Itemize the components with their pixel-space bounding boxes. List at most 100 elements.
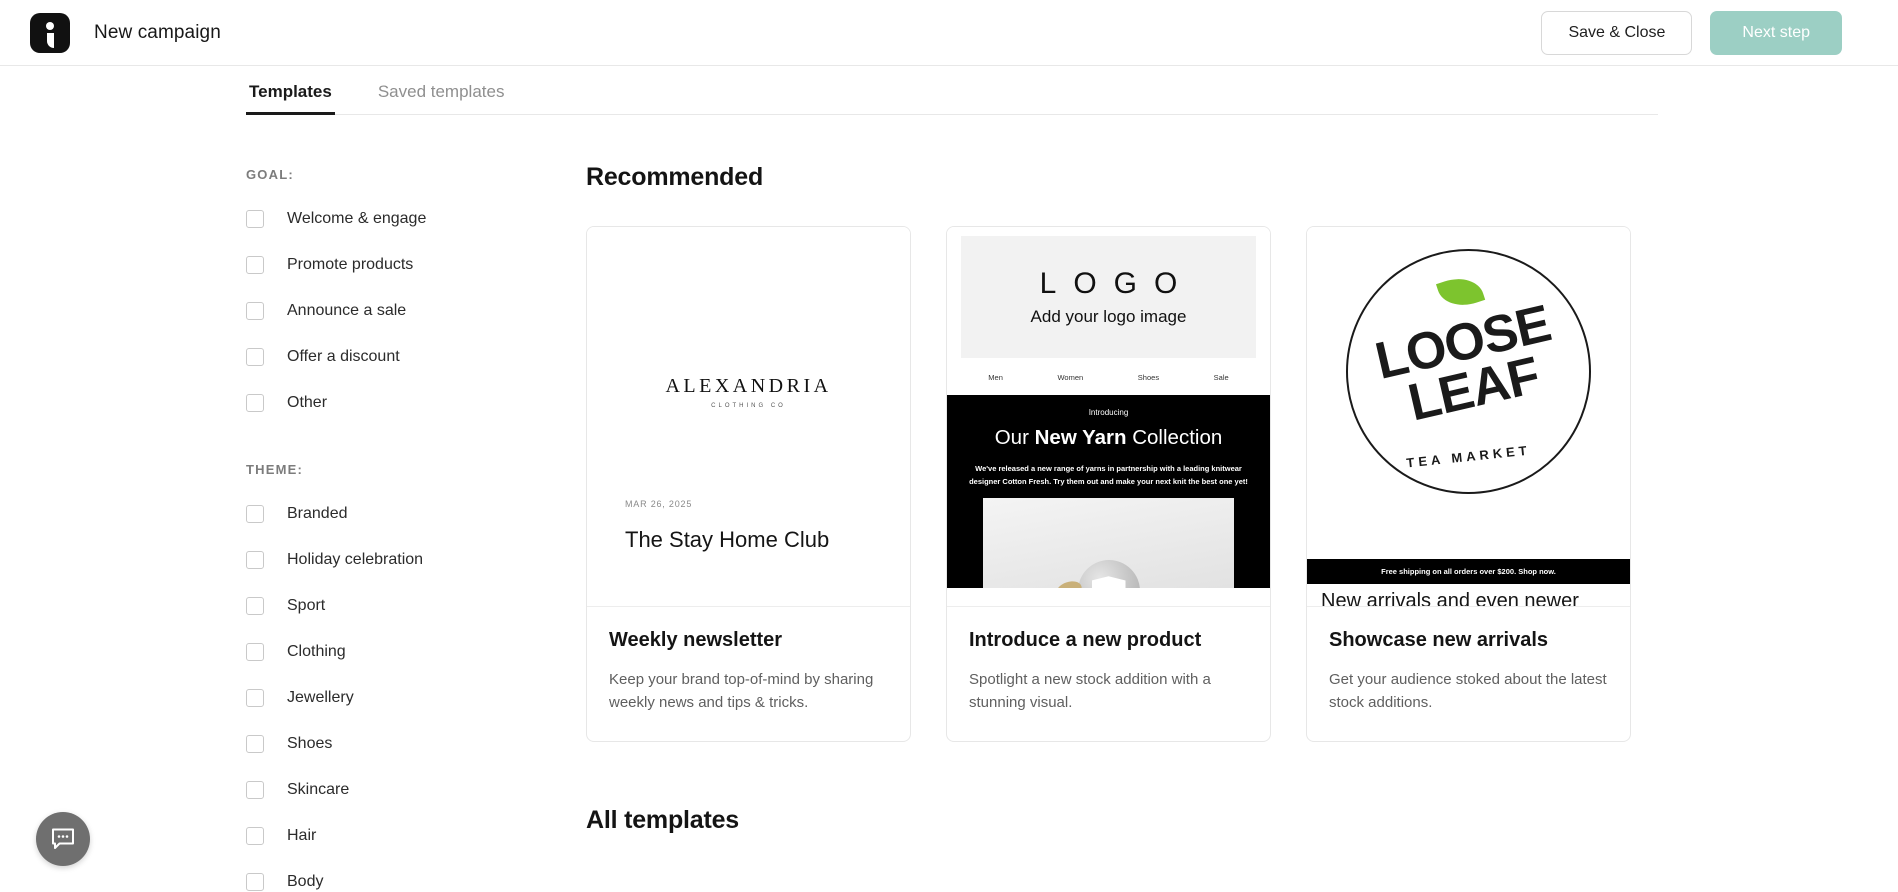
template-card-introduce-a-new-product[interactable]: LOGO Add your logo image Men Women Shoes… — [946, 226, 1271, 742]
preview-nav: Men Women Shoes Sale — [947, 358, 1270, 395]
preview-brand-tagline: CLOTHING CO — [711, 403, 786, 409]
tabs-container: Templates Saved templates — [0, 66, 1898, 115]
chat-bubble-icon — [52, 828, 74, 849]
templates-main: Recommended ALEXANDRIA CLOTHING CO MAR 2… — [586, 115, 1898, 892]
filter-group-title-goal: GOAL: — [246, 167, 294, 182]
checkbox-jewellery[interactable] — [246, 689, 264, 707]
checkbox-shoes[interactable] — [246, 735, 264, 753]
checkbox-holiday-celebration[interactable] — [246, 551, 264, 569]
preview-shipping-banner: Free shipping on all orders over $200. S… — [1307, 559, 1630, 584]
checkbox-promote-products[interactable] — [246, 256, 264, 274]
filter-sport[interactable]: Sport — [246, 583, 586, 629]
preview-headline: Our New Yarn Collection — [965, 426, 1252, 450]
checkbox-branded[interactable] — [246, 505, 264, 523]
filter-label: Jewellery — [287, 689, 354, 706]
filter-body[interactable]: Body — [246, 859, 586, 892]
preview-nav-item: Shoes — [1137, 373, 1160, 382]
filter-label: Promote products — [287, 256, 414, 273]
preview-nav-item: Sale — [1213, 373, 1229, 382]
template-preview: ALEXANDRIA CLOTHING CO MAR 26, 2025 The … — [587, 227, 910, 607]
filter-welcome-and-engage[interactable]: Welcome & engage — [246, 196, 586, 242]
filter-jewellery[interactable]: Jewellery — [246, 675, 586, 721]
preview-photo: COTTON — [983, 498, 1234, 589]
headline-post: Collection — [1126, 426, 1223, 449]
filter-promote-products[interactable]: Promote products — [246, 242, 586, 288]
loose-leaf-logo-icon: LOOSE LEAF TEA MARKET — [1346, 249, 1591, 494]
preview-nav-item: Men — [988, 373, 1003, 382]
preview-nav-item: Women — [1057, 373, 1084, 382]
filter-offer-a-discount[interactable]: Offer a discount — [246, 334, 586, 380]
filter-label: Offer a discount — [287, 348, 400, 365]
filter-label: Welcome & engage — [287, 210, 427, 227]
preview-logo-placeholder: LOGO Add your logo image — [961, 236, 1256, 358]
template-card-showcase-new-arrivals[interactable]: LOOSE LEAF TEA MARKET Free shipping on a… — [1306, 226, 1631, 742]
preview-yarn: LOGO Add your logo image Men Women Shoes… — [947, 236, 1270, 606]
card-body: Weekly newsletter Keep your brand top-of… — [587, 607, 910, 741]
preview-eyebrow: Introducing — [1088, 408, 1129, 417]
logo-dot — [46, 21, 54, 30]
filter-other[interactable]: Other — [246, 380, 586, 426]
filter-branded[interactable]: Branded — [246, 491, 586, 537]
preview-logo-word: LOGO — [1039, 267, 1195, 300]
page-title: New campaign — [94, 21, 221, 43]
filter-holiday-celebration[interactable]: Holiday celebration — [246, 537, 586, 583]
filter-label: Body — [287, 873, 324, 890]
next-step-button[interactable]: Next step — [1710, 10, 1842, 55]
tab-templates[interactable]: Templates — [246, 82, 335, 115]
filter-label: Clothing — [287, 643, 346, 660]
recommended-card-grid: ALEXANDRIA CLOTHING CO MAR 26, 2025 The … — [586, 226, 1898, 742]
filter-label: Hair — [287, 827, 317, 844]
chat-support-button[interactable] — [36, 812, 90, 866]
filter-label: Announce a sale — [287, 302, 407, 319]
card-body: Showcase new arrivals Get your audience … — [1307, 607, 1630, 741]
content-area: GOAL: Welcome & engage Promote products … — [0, 115, 1898, 892]
preview-logo-arc: TEA MARKET — [1405, 442, 1532, 471]
filter-group-title-theme: THEME: — [246, 462, 304, 477]
tab-saved-templates[interactable]: Saved templates — [375, 82, 508, 114]
filter-label: Branded — [287, 505, 348, 522]
filter-skincare[interactable]: Skincare — [246, 767, 586, 813]
filter-hair[interactable]: Hair — [246, 813, 586, 859]
filter-label: Holiday celebration — [287, 551, 424, 568]
preview-hero: Introducing Our New Yarn Collection We'v… — [947, 395, 1270, 589]
filter-label: Shoes — [287, 735, 333, 752]
card-description: Keep your brand top-of-mind by sharing w… — [609, 671, 874, 712]
top-bar: New campaign Save & Close Next step — [0, 0, 1898, 66]
logo-stem — [47, 32, 54, 48]
checkbox-hair[interactable] — [246, 827, 264, 845]
card-description: Get your audience stoked about the lates… — [1329, 671, 1607, 712]
filter-label: Other — [287, 394, 328, 411]
preview-logo-wrap: LOOSE LEAF TEA MARKET — [1307, 227, 1630, 494]
preview-alexandria: ALEXANDRIA CLOTHING CO MAR 26, 2025 The … — [587, 227, 910, 606]
filter-group-theme: THEME: Branded Holiday celebration Sport… — [246, 462, 586, 892]
preview-logo-cta: Add your logo image — [1030, 307, 1187, 326]
preview-body-copy: We've released a new range of yarns in p… — [969, 464, 1248, 487]
filters-sidebar: GOAL: Welcome & engage Promote products … — [246, 115, 586, 892]
save-and-close-button[interactable]: Save & Close — [1541, 10, 1693, 55]
card-description: Spotlight a new stock addition with a st… — [969, 671, 1211, 712]
checkbox-offer-a-discount[interactable] — [246, 348, 264, 366]
filter-shoes[interactable]: Shoes — [246, 721, 586, 767]
card-title: Introduce a new product — [969, 629, 1202, 651]
filter-label: Sport — [287, 597, 326, 614]
filter-group-goal: GOAL: Welcome & engage Promote products … — [246, 167, 586, 426]
filter-announce-a-sale[interactable]: Announce a sale — [246, 288, 586, 334]
checkbox-other[interactable] — [246, 394, 264, 412]
checkbox-sport[interactable] — [246, 597, 264, 615]
checkbox-body[interactable] — [246, 873, 264, 891]
headline-pre: Our — [994, 426, 1035, 449]
tab-list: Templates Saved templates — [246, 66, 1658, 115]
checkbox-clothing[interactable] — [246, 643, 264, 661]
filter-label: Skincare — [287, 781, 350, 798]
checkbox-skincare[interactable] — [246, 781, 264, 799]
filter-clothing[interactable]: Clothing — [246, 629, 586, 675]
preview-headline: The Stay Home Club — [625, 527, 830, 552]
checkbox-welcome-and-engage[interactable] — [246, 210, 264, 228]
checkbox-announce-a-sale[interactable] — [246, 302, 264, 320]
card-title: Weekly newsletter — [609, 629, 783, 651]
headline-bold: New Yarn — [1034, 426, 1127, 449]
card-title: Showcase new arrivals — [1329, 629, 1549, 651]
preview-logo-wordmark: LOOSE LEAF — [1340, 293, 1596, 440]
preview-loose-leaf: LOOSE LEAF TEA MARKET Free shipping on a… — [1307, 227, 1630, 606]
template-card-weekly-newsletter[interactable]: ALEXANDRIA CLOTHING CO MAR 26, 2025 The … — [586, 226, 911, 742]
